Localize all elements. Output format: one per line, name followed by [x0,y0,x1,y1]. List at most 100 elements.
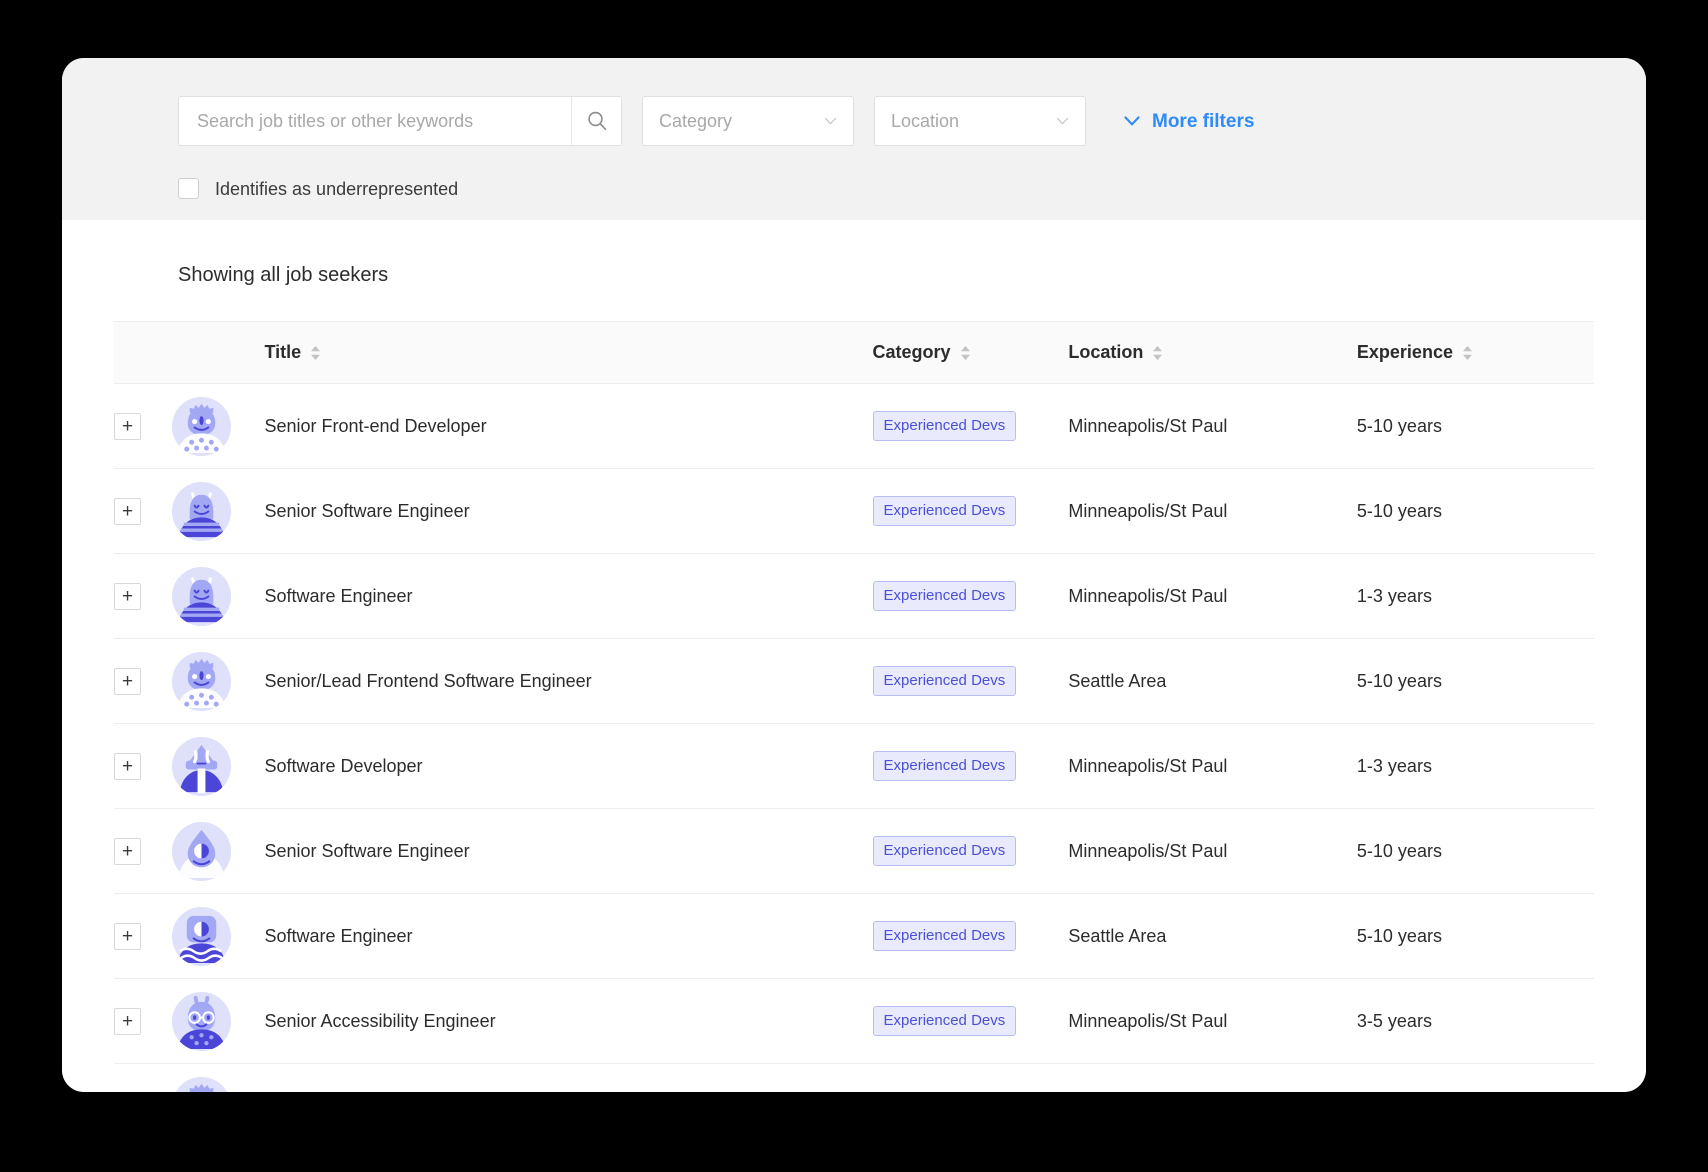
column-header-location[interactable]: Location [1068,322,1357,384]
location-select-label: Location [891,112,1056,130]
row-experience-cell: 5-10 years [1357,384,1594,469]
row-category-cell [873,1064,1069,1093]
row-location-cell: Seattle Area [1068,894,1357,979]
row-avatar-cell [172,469,265,554]
row-expand-cell [114,1064,172,1093]
avatar-dotted-collar [172,397,231,456]
table-header: Title Category [114,322,1594,384]
category-badge: Experienced Devs [873,666,1017,696]
row-expand-cell: + [114,724,172,809]
underrepresented-checkbox[interactable] [178,178,199,199]
row-expand-cell: + [114,979,172,1064]
row-title-cell[interactable]: Senior Front-end Developer [264,384,872,469]
row-category-cell: Experienced Devs [873,724,1069,809]
row-expand-cell: + [114,894,172,979]
search-submit-button[interactable] [571,97,621,145]
row-category-cell: Experienced Devs [873,979,1069,1064]
chevron-down-icon [1124,116,1140,126]
table-row[interactable]: + Software EngineerExperienced Devs Seatt… [114,894,1594,979]
expand-row-button[interactable]: + [114,923,141,950]
avatar-wavy-shirt [172,907,231,966]
row-avatar-cell [172,639,265,724]
row-category-cell: Experienced Devs [873,469,1069,554]
column-header-category-label: Category [873,342,951,363]
avatar-droplet [172,822,231,881]
expand-row-button[interactable]: + [114,413,141,440]
sort-arrows-icon [960,344,971,362]
row-title-cell[interactable]: Senior/Lead Frontend Software Engineer [264,639,872,724]
avatar-glasses-owl [172,992,231,1051]
row-avatar-cell [172,384,265,469]
row-title-cell[interactable]: Senior Software Engineer [264,809,872,894]
expand-row-button[interactable]: + [114,668,141,695]
category-badge: Experienced Devs [873,921,1017,951]
row-title-cell[interactable]: Software Engineer [264,894,872,979]
table-row[interactable] [114,1064,1594,1093]
avatar-dotted-collar [172,1077,231,1093]
row-location-cell: Minneapolis/St Paul [1068,724,1357,809]
job-seekers-table-wrap: Title Category [62,321,1646,1092]
row-category-cell: Experienced Devs [873,639,1069,724]
column-header-experience[interactable]: Experience [1357,322,1594,384]
column-header-title[interactable]: Title [264,322,872,384]
table-row[interactable]: + Senior Software EngineerExper [114,469,1594,554]
more-filters-button[interactable]: More filters [1124,112,1254,131]
row-experience-cell: 1-3 years [1357,724,1594,809]
row-avatar-cell [172,979,265,1064]
sort-arrows-icon [310,344,321,362]
row-title-cell[interactable]: Software Developer [264,724,872,809]
row-location-cell: Minneapolis/St Paul [1068,809,1357,894]
avatar-striped-shirt [172,482,231,541]
row-avatar-cell [172,1064,265,1093]
expand-row-button[interactable]: + [114,498,141,525]
row-category-cell: Experienced Devs [873,554,1069,639]
more-filters-label: More filters [1152,112,1254,131]
row-experience-cell [1357,1064,1594,1093]
row-avatar-cell [172,809,265,894]
sort-arrows-icon [1152,344,1163,362]
row-experience-cell: 5-10 years [1357,639,1594,724]
row-title-cell[interactable]: Senior Accessibility Engineer [264,979,872,1064]
row-title-cell[interactable] [264,1064,872,1093]
location-select[interactable]: Location [874,96,1086,146]
column-header-experience-label: Experience [1357,342,1453,363]
header-expand-spacer [114,322,172,384]
table-row[interactable]: + Software DeveloperExperienced DevsMin [114,724,1594,809]
row-location-cell: Minneapolis/St Paul [1068,979,1357,1064]
column-header-category[interactable]: Category [873,322,1069,384]
column-header-location-label: Location [1068,342,1143,363]
underrepresented-checkbox-label: Identifies as underrepresented [215,180,458,198]
row-experience-cell: 1-3 years [1357,554,1594,639]
category-select[interactable]: Category [642,96,854,146]
expand-row-button[interactable]: + [114,583,141,610]
expand-row-button[interactable]: + [114,838,141,865]
category-badge: Experienced Devs [873,581,1017,611]
avatar-dotted-collar [172,652,231,711]
underrepresented-filter-row: Identifies as underrepresented [62,178,1646,199]
row-location-cell: Minneapolis/St Paul [1068,384,1357,469]
row-expand-cell: + [114,639,172,724]
row-category-cell: Experienced Devs [873,809,1069,894]
category-badge: Experienced Devs [873,1006,1017,1036]
table-row[interactable]: + Senio [114,639,1594,724]
job-seekers-table: Title Category [114,321,1594,1092]
search-input[interactable] [179,97,571,145]
table-row[interactable]: + [114,979,1594,1064]
chevron-down-icon [824,117,837,125]
expand-row-button[interactable]: + [114,1008,141,1035]
row-experience-cell: 5-10 years [1357,809,1594,894]
row-title-cell[interactable]: Software Engineer [264,554,872,639]
row-avatar-cell [172,894,265,979]
table-row[interactable]: + Senio [114,384,1594,469]
table-row[interactable]: + Software EngineerExperienced [114,554,1594,639]
row-location-cell: Minneapolis/St Paul [1068,469,1357,554]
row-expand-cell: + [114,469,172,554]
results-summary: Showing all job seekers [62,220,1646,287]
header-avatar-spacer [172,322,265,384]
expand-row-button[interactable]: + [114,753,141,780]
table-body: + Senio [114,384,1594,1093]
row-location-cell: Minneapolis/St Paul [1068,554,1357,639]
category-select-label: Category [659,112,824,130]
row-title-cell[interactable]: Senior Software Engineer [264,469,872,554]
table-row[interactable]: + Senior Software EngineerExperienced De… [114,809,1594,894]
